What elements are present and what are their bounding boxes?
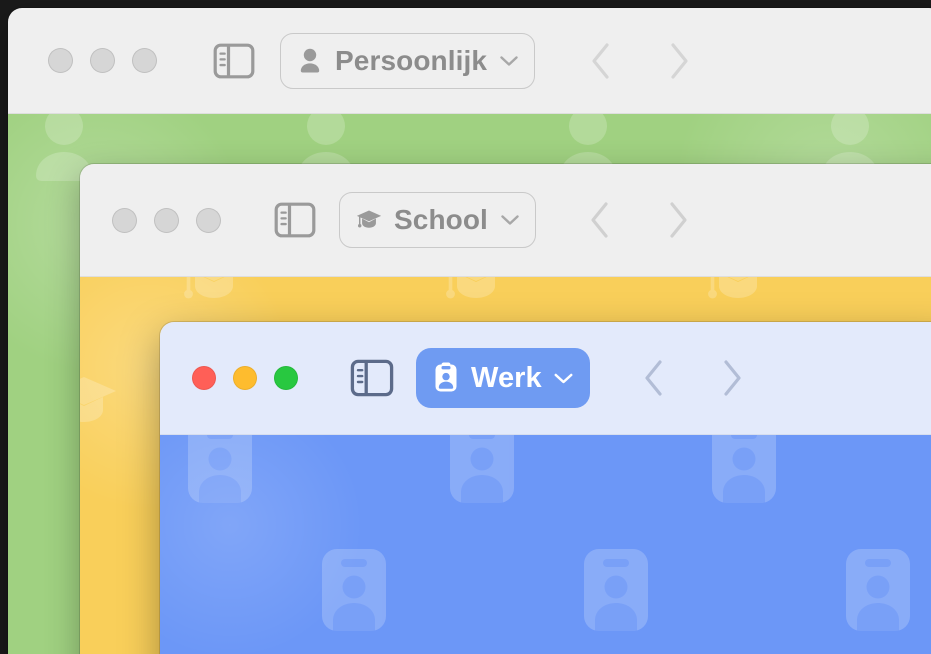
chevron-down-icon[interactable] (498, 50, 520, 72)
chevron-right-icon (671, 42, 688, 79)
profile-switcher-persoonlijk[interactable]: Persoonlijk (280, 32, 536, 89)
forward-button[interactable] (659, 39, 699, 83)
sidebar-toggle-button[interactable] (212, 39, 256, 83)
forward-button[interactable] (658, 198, 698, 242)
close-button[interactable] (192, 366, 216, 390)
window-werk[interactable]: Werk (160, 322, 931, 654)
profile-label: School (394, 204, 488, 235)
graduation-cap-icon (356, 205, 382, 235)
sidebar-toggle-icon (350, 359, 394, 397)
id-badge-watermark-pattern (188, 435, 910, 631)
back-button[interactable] (634, 356, 674, 400)
chevron-left-icon (591, 202, 608, 238)
person-icon (297, 46, 323, 76)
chevron-down-icon[interactable] (499, 209, 521, 231)
body-highlight (160, 435, 370, 654)
maximize-button[interactable] (196, 207, 221, 233)
traffic-lights-werk (192, 366, 298, 390)
navigation-buttons-persoonlijk (581, 39, 699, 83)
sidebar-toggle-icon (213, 43, 255, 78)
chevron-left-icon (645, 360, 662, 396)
toolbar-werk: Werk (160, 322, 931, 435)
chevron-left-icon (592, 42, 609, 79)
close-button[interactable] (48, 48, 73, 73)
sidebar-toggle-icon (274, 202, 316, 238)
sidebar-toggle-button[interactable] (350, 356, 394, 400)
traffic-lights-school (112, 207, 221, 233)
profile-label: Werk (471, 361, 542, 394)
back-button[interactable] (580, 198, 620, 242)
minimize-button[interactable] (154, 207, 179, 233)
maximize-button[interactable] (274, 366, 298, 390)
id-badge-icon (433, 362, 459, 393)
forward-button[interactable] (712, 356, 752, 400)
navigation-buttons-school (580, 198, 698, 242)
navigation-buttons-werk (634, 356, 752, 400)
screenshot-stage: Persoonlijk School Werk (0, 0, 931, 654)
profile-label: Persoonlijk (335, 44, 488, 76)
back-button[interactable] (581, 39, 621, 83)
sidebar-toggle-button[interactable] (273, 198, 317, 242)
window-body-werk (160, 435, 931, 654)
maximize-button[interactable] (132, 48, 157, 73)
profile-switcher-school[interactable]: School (339, 192, 536, 248)
close-button[interactable] (112, 207, 137, 233)
chevron-right-icon (724, 360, 741, 396)
chevron-right-icon (670, 202, 687, 238)
traffic-lights-persoonlijk (48, 48, 157, 73)
toolbar-school: School (80, 164, 931, 277)
profile-switcher-werk[interactable]: Werk (416, 348, 590, 408)
toolbar-persoonlijk: Persoonlijk (8, 8, 931, 114)
chevron-down-icon[interactable] (553, 367, 575, 389)
minimize-button[interactable] (90, 48, 115, 73)
minimize-button[interactable] (233, 366, 257, 390)
